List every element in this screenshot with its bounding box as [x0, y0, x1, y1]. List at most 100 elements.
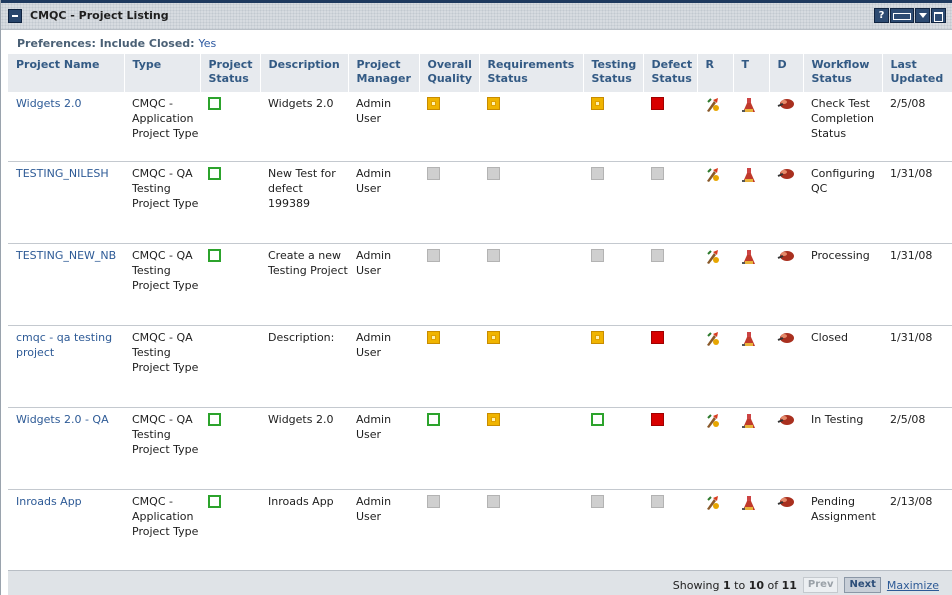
- project-manager: Admin User: [348, 243, 419, 326]
- testing-status-indicator: [591, 248, 604, 262]
- project-manager: Admin User: [348, 92, 419, 162]
- testing-status-indicator: [591, 97, 604, 110]
- col-requirements-status[interactable]: Requirements Status: [478, 54, 583, 92]
- project-type: CMQC - Application Project Type: [124, 92, 200, 162]
- project-description: Inroads App: [268, 494, 334, 508]
- requirements-status-indicator: [487, 166, 500, 180]
- defect-status-indicator: [651, 412, 664, 426]
- col-r[interactable]: R: [696, 54, 733, 92]
- page-from: 1: [722, 578, 731, 592]
- defect-bug-icon[interactable]: [777, 249, 795, 263]
- project-status-indicator: [208, 248, 221, 262]
- collapse-icon[interactable]: [8, 9, 22, 23]
- col-d[interactable]: D: [768, 54, 803, 92]
- col-type[interactable]: Type: [123, 54, 200, 92]
- overall-quality-indicator: [427, 248, 440, 262]
- col-workflow-status[interactable]: Workflow Status: [802, 54, 882, 92]
- project-manager: Admin User: [356, 494, 392, 523]
- project-name-link[interactable]: Inroads App: [16, 495, 82, 508]
- testing-flask-icon[interactable]: [741, 495, 757, 511]
- project-status-indicator: [208, 412, 221, 426]
- testing-flask-icon[interactable]: [741, 167, 757, 183]
- project-name-link[interactable]: cmqc - qa testing project: [16, 331, 112, 359]
- table-row: Inroads App CMQC - Application Project Ty…: [8, 489, 952, 571]
- defect-status-indicator: [651, 97, 664, 110]
- testing-flask-icon[interactable]: [741, 331, 757, 347]
- col-last-updated[interactable]: Last Updated: [881, 54, 952, 92]
- last-updated: 2/5/08: [882, 92, 952, 162]
- requirements-status-indicator: [487, 97, 500, 110]
- maximize-icon[interactable]: [931, 8, 946, 23]
- next-button[interactable]: Next: [844, 577, 881, 593]
- project-description: Widgets 2.0: [260, 407, 348, 490]
- requirements-icon[interactable]: [705, 167, 721, 183]
- defect-bug-icon[interactable]: [777, 495, 795, 509]
- project-name-link[interactable]: Widgets 2.0: [16, 97, 81, 110]
- last-updated: 1/31/08: [882, 161, 952, 244]
- defect-status-indicator: [651, 166, 664, 180]
- page-to: 10: [748, 578, 764, 592]
- workflow-status: Configuring QC: [803, 161, 882, 244]
- defect-bug-icon[interactable]: [777, 97, 795, 111]
- restore-icon[interactable]: [890, 8, 914, 23]
- requirements-status-indicator: [487, 330, 500, 344]
- last-updated: 2/13/08: [890, 494, 933, 508]
- requirements-icon[interactable]: [705, 249, 721, 265]
- project-manager: Admin User: [348, 161, 419, 244]
- to-label: to: [734, 578, 746, 592]
- portlet-controls: ?: [874, 8, 946, 23]
- preferences-label: Preferences:: [17, 37, 96, 50]
- col-overall-quality[interactable]: Overall Quality: [418, 54, 479, 92]
- testing-flask-icon[interactable]: [741, 97, 757, 113]
- project-table: Project Name Type Project Status Descrip…: [8, 54, 952, 571]
- table-row: cmqc - qa testing project CMQC - QA Testi…: [8, 325, 952, 408]
- table-row: TESTING_NILESH CMQC - QA Testing Project …: [8, 161, 952, 244]
- requirements-icon[interactable]: [705, 495, 721, 511]
- table-footer: Showing 1 to 10 of 11 Prev Next Maximize: [8, 570, 952, 595]
- dropdown-icon[interactable]: [915, 8, 930, 23]
- project-description: Create a new Testing Project: [260, 243, 348, 326]
- help-icon[interactable]: ?: [874, 8, 889, 23]
- col-project-name[interactable]: Project Name: [8, 54, 124, 92]
- requirements-status-indicator: [487, 248, 500, 262]
- project-description: Widgets 2.0: [260, 92, 348, 162]
- include-closed-label: Include Closed:: [99, 37, 195, 50]
- requirements-status-indicator: [487, 412, 500, 426]
- requirements-icon[interactable]: [705, 331, 721, 347]
- col-description[interactable]: Description: [259, 54, 348, 92]
- defect-bug-icon[interactable]: [777, 167, 795, 181]
- requirements-icon[interactable]: [705, 413, 721, 429]
- overall-quality-indicator: [427, 97, 440, 110]
- maximize-link[interactable]: Maximize: [887, 579, 939, 592]
- defect-status-indicator: [651, 330, 664, 344]
- col-project-manager[interactable]: Project Manager: [347, 54, 419, 92]
- portlet-titlebar: CMQC - Project Listing ?: [1, 0, 952, 30]
- prev-button[interactable]: Prev: [802, 577, 839, 593]
- last-updated: 1/31/08: [882, 325, 952, 408]
- col-t[interactable]: T: [732, 54, 769, 92]
- project-description: Description:: [260, 325, 348, 408]
- project-type: CMQC - QA Testing Project Type: [124, 407, 200, 490]
- project-status-indicator: [208, 494, 221, 508]
- col-project-status[interactable]: Project Status: [199, 54, 260, 92]
- col-defect-status[interactable]: Defect Status: [642, 54, 697, 92]
- col-testing-status[interactable]: Testing Status: [582, 54, 643, 92]
- defect-bug-icon[interactable]: [777, 413, 795, 427]
- overall-quality-indicator: [427, 166, 440, 180]
- defect-bug-icon[interactable]: [777, 331, 795, 345]
- defect-status-indicator: [651, 494, 664, 508]
- testing-status-indicator: [591, 412, 604, 426]
- project-name-link[interactable]: Widgets 2.0 - QA: [16, 413, 109, 426]
- project-manager: Admin User: [348, 407, 419, 490]
- testing-flask-icon[interactable]: [741, 413, 757, 429]
- project-name-link[interactable]: TESTING_NEW_NB: [16, 249, 116, 262]
- requirements-icon[interactable]: [705, 97, 721, 113]
- last-updated: 2/5/08: [882, 407, 952, 490]
- project-manager: Admin User: [348, 325, 419, 408]
- project-name-link[interactable]: TESTING_NILESH: [16, 167, 109, 180]
- workflow-status: Processing: [803, 243, 882, 326]
- include-closed-value: Yes: [198, 37, 217, 50]
- testing-flask-icon[interactable]: [741, 249, 757, 265]
- pagination: Showing 1 to 10 of 11 Prev Next Maximize: [673, 577, 939, 593]
- defect-status-indicator: [651, 248, 664, 262]
